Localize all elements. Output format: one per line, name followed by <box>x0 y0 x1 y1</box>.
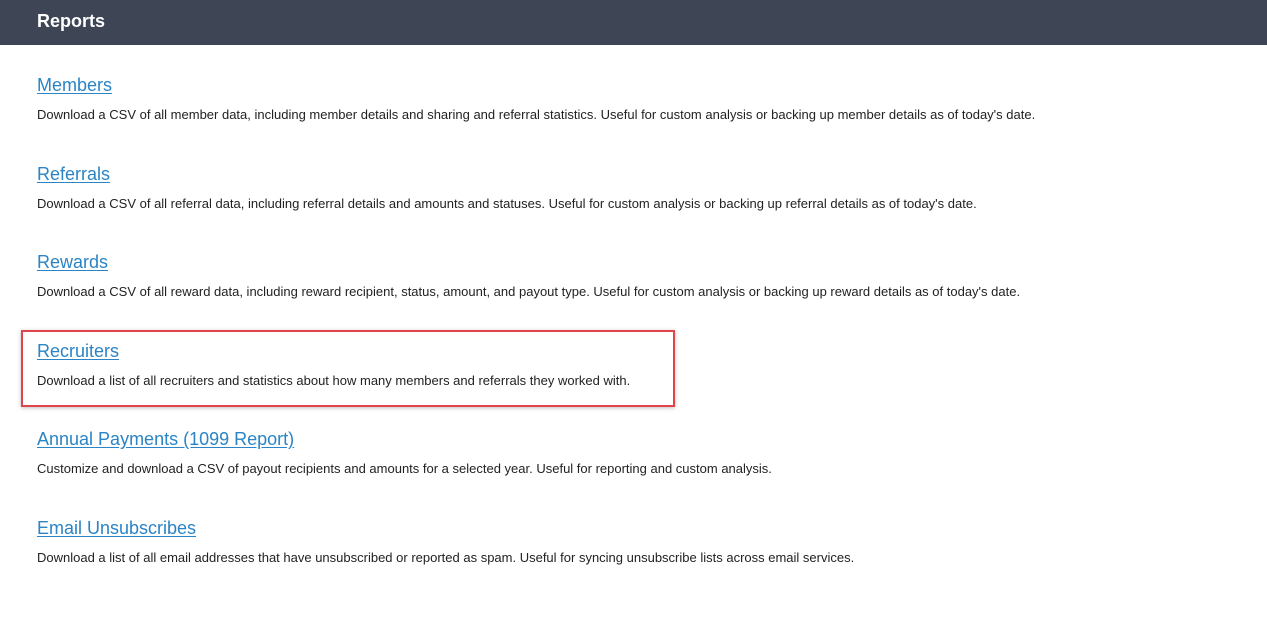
annual-payments-report-link[interactable]: Annual Payments (1099 Report) <box>37 428 294 450</box>
report-members: Members Download a CSV of all member dat… <box>37 74 1237 122</box>
report-email-unsubscribes: Email Unsubscribes Download a list of al… <box>37 517 1237 565</box>
report-referrals: Referrals Download a CSV of all referral… <box>37 163 1237 211</box>
page-header: Reports <box>0 0 1267 45</box>
report-annual-payments: Annual Payments (1099 Report) Customize … <box>37 428 1237 476</box>
report-rewards: Rewards Download a CSV of all reward dat… <box>37 251 1237 299</box>
referrals-report-link[interactable]: Referrals <box>37 163 110 185</box>
annual-payments-report-description: Customize and download a CSV of payout r… <box>37 461 772 476</box>
email-unsubscribes-report-link[interactable]: Email Unsubscribes <box>37 517 196 539</box>
referrals-report-description: Download a CSV of all referral data, inc… <box>37 196 977 211</box>
recruiters-report-description: Download a list of all recruiters and st… <box>37 373 631 388</box>
rewards-report-description: Download a CSV of all reward data, inclu… <box>37 284 1021 299</box>
members-report-description: Download a CSV of all member data, inclu… <box>37 107 1036 122</box>
email-unsubscribes-report-description: Download a list of all email addresses t… <box>37 550 855 565</box>
report-recruiters: Recruiters Download a list of all recrui… <box>37 340 1237 388</box>
members-report-link[interactable]: Members <box>37 74 112 96</box>
recruiters-report-link[interactable]: Recruiters <box>37 340 119 362</box>
rewards-report-link[interactable]: Rewards <box>37 251 108 273</box>
page-title: Reports <box>37 11 106 31</box>
